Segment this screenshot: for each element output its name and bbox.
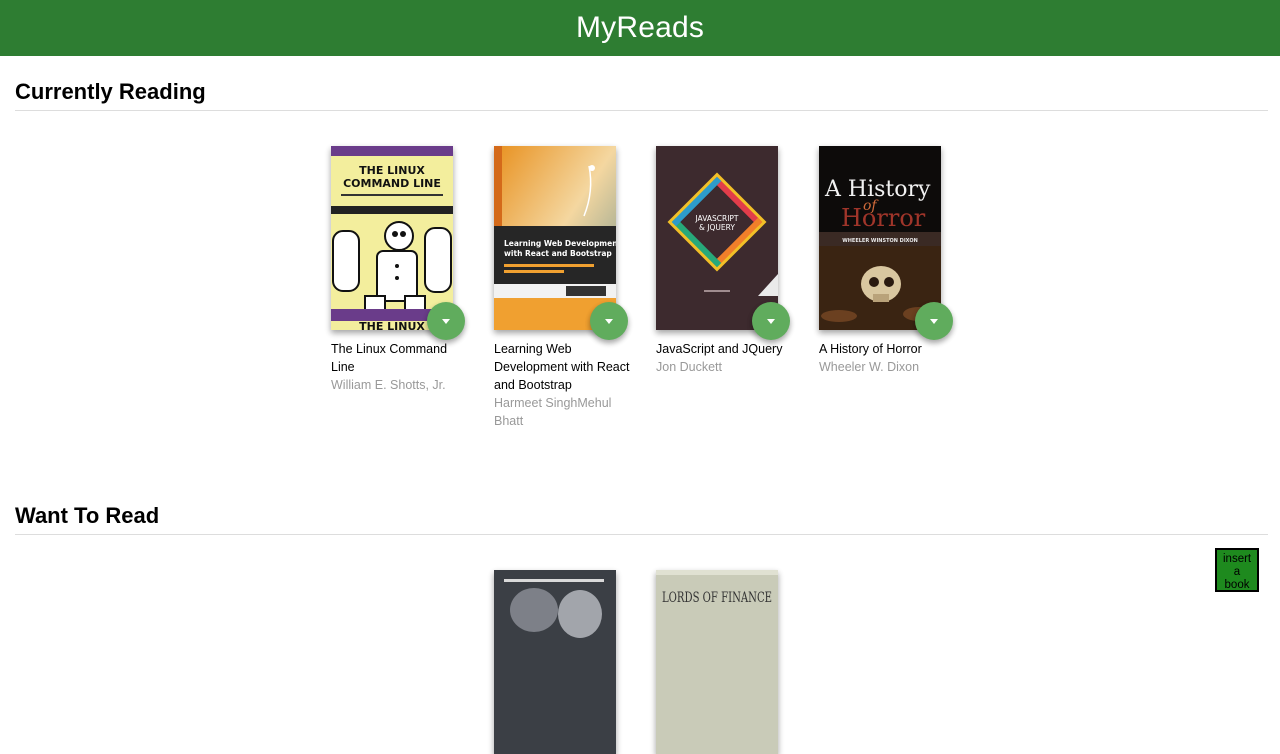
cover-text: LORDS OF FINANCE [662,590,772,606]
book-cover[interactable]: JAVASCRIPT & JQUERY [656,146,778,330]
shelf-title: Currently Reading [15,79,206,104]
book-cover[interactable]: A History of Horror WHEELER WINSTON DIXO… [819,146,941,330]
shelf-changer-button[interactable] [915,302,953,340]
shelf-changer-button[interactable] [590,302,628,340]
book-cover-art: LORDS OF FINANCE [656,570,778,754]
cover-text: & JQUERY [699,223,735,232]
shelf-changer-button[interactable] [427,302,465,340]
triangle-down-icon [605,319,613,324]
cover-text: JAVASCRIPT [694,214,738,223]
book-cover-art: A History of Horror WHEELER WINSTON DIXO… [819,146,941,330]
add-book-button[interactable]: insert a book [1215,548,1259,592]
shelf-divider [15,534,1268,535]
triangle-down-icon [930,319,938,324]
app-header: MyReads [0,0,1280,56]
shelf-title: Want To Read [15,503,160,528]
book-authors: William E. Shotts, Jr. [331,378,446,392]
book-cover[interactable]: Learning Web Development with React and … [494,146,616,330]
svg-text:THE LINUX: THE LINUX [359,320,425,330]
cover-text: COMMAND LINE [343,177,441,190]
book-cover-art: JAVASCRIPT & JQUERY [656,146,778,330]
app-title: MyReads [575,11,705,44]
cover-text: Horror [841,204,926,232]
shelf-changer-button[interactable] [752,302,790,340]
book-cover[interactable] [494,570,616,754]
cover-text: THE LINUX [359,164,425,177]
book-title: The Linux Command Line [331,342,448,374]
cover-text: WHEELER WINSTON DIXON [842,238,918,244]
book-cover-art [494,570,616,754]
shelf-divider [15,110,1268,111]
book-cover-art: Learning Web Development with React and … [494,146,616,330]
book-authors: Jon Duckett [656,360,723,374]
book-title: A History of Horror [819,342,922,356]
book-authors: Harmeet SinghMehul Bhatt [494,396,612,428]
triangle-down-icon [442,319,450,324]
cover-text: Learning Web Development [504,239,616,248]
book-cover-art: THE LINUX COMMAND LINE THE LINUX [331,146,453,330]
book-title: JavaScript and JQuery [656,342,783,356]
book-cover[interactable]: LORDS OF FINANCE [656,570,778,754]
book-title: Learning Web Development with React and … [494,342,630,392]
triangle-down-icon [767,319,775,324]
cover-text: A History [824,177,931,202]
book-cover[interactable]: THE LINUX COMMAND LINE THE LINUX [331,146,453,330]
book-authors: Wheeler W. Dixon [819,360,920,374]
cover-text: with React and Bootstrap [504,249,612,258]
